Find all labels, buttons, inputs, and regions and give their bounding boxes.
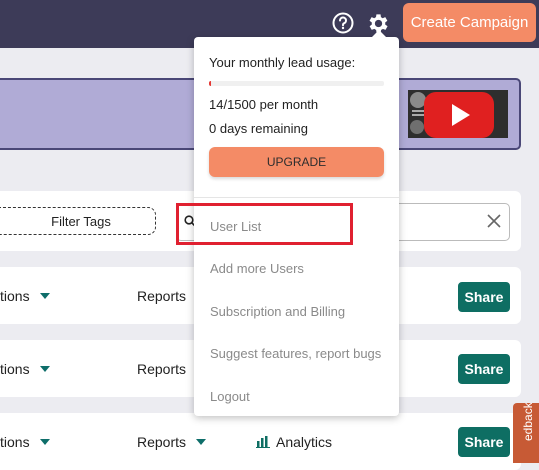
options-label: tions — [0, 360, 30, 377]
feedback-tab[interactable]: edback — [513, 403, 539, 463]
reports-label: Reports — [137, 360, 187, 377]
menu-item-subscription-billing[interactable]: Subscription and Billing — [210, 304, 345, 319]
analytics-label: Analytics — [276, 433, 333, 450]
campaign-row: tions Reports Analytics — [0, 413, 521, 470]
reports-label: Reports — [137, 433, 187, 450]
reports-menu[interactable]: Reports — [137, 340, 186, 397]
share-button[interactable]: Share — [458, 282, 510, 312]
question-circle-icon[interactable] — [332, 12, 354, 34]
bar-chart-icon — [256, 435, 270, 448]
reports-label: Reports — [137, 287, 187, 304]
lead-usage-title: Your monthly lead usage: — [209, 55, 356, 70]
options-menu[interactable]: tions — [0, 413, 50, 470]
caret-down-icon — [39, 292, 50, 299]
options-label: tions — [0, 287, 30, 304]
filter-tags-button[interactable]: Filter Tags — [0, 207, 156, 235]
menu-item-suggest-features[interactable]: Suggest features, report bugs — [210, 346, 381, 361]
create-campaign-button[interactable]: Create Campaign — [403, 3, 536, 42]
share-button[interactable]: Share — [458, 427, 510, 457]
lead-usage-fill — [209, 81, 211, 86]
caret-down-icon — [39, 365, 50, 372]
share-button[interactable]: Share — [458, 354, 510, 384]
lead-usage-progress — [209, 81, 384, 86]
video-thumbnail[interactable] — [408, 90, 508, 138]
menu-item-add-users[interactable]: Add more Users — [210, 261, 304, 276]
highlight-annotation — [176, 203, 353, 245]
menu-item-logout[interactable]: Logout — [210, 389, 250, 404]
analytics-link[interactable]: Analytics — [256, 413, 332, 470]
youtube-play-icon[interactable] — [424, 92, 494, 138]
options-menu[interactable]: tions — [0, 267, 50, 324]
lead-usage-count: 14/1500 per month — [209, 97, 319, 112]
options-label: tions — [0, 433, 30, 450]
options-menu[interactable]: tions — [0, 340, 50, 397]
thumbnail-avatar-secondary — [410, 120, 424, 134]
caret-down-icon — [39, 438, 50, 445]
reports-menu[interactable]: Reports — [137, 413, 207, 470]
caret-down-icon — [196, 438, 207, 445]
reports-menu[interactable]: Reports — [137, 267, 186, 324]
feedback-label: edback — [521, 403, 535, 441]
close-icon[interactable] — [486, 213, 502, 229]
upgrade-button[interactable]: UPGRADE — [209, 147, 384, 177]
menu-divider — [194, 197, 399, 198]
days-remaining: 0 days remaining — [209, 121, 308, 136]
